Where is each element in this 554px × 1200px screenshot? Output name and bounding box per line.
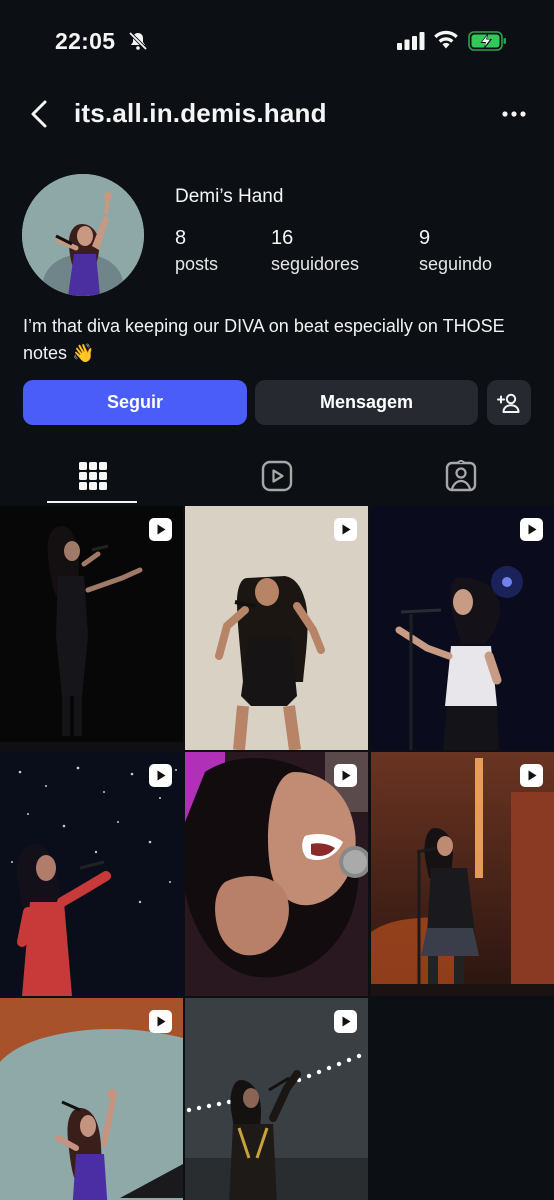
stat-followers-count: 16 <box>271 227 294 249</box>
reel-badge-icon <box>334 764 357 787</box>
stat-following-count: 9 <box>419 227 431 249</box>
reel-badge-icon <box>149 518 172 541</box>
post-thumbnail <box>371 506 554 750</box>
post-thumbnail <box>0 506 183 750</box>
active-tab-indicator <box>47 501 137 503</box>
tagged-icon <box>445 460 477 492</box>
stat-following-label: seguindo <box>419 254 493 274</box>
grid-post-4[interactable] <box>0 752 183 996</box>
post-thumbnail <box>371 752 554 996</box>
stat-posts[interactable]: 8 posts <box>175 226 218 278</box>
battery-charging-icon <box>468 31 506 51</box>
profile-tabs <box>0 448 554 504</box>
add-person-icon <box>497 393 520 413</box>
profile-avatar[interactable] <box>22 174 144 296</box>
profile-header: its.all.in.demis.hand <box>0 88 554 140</box>
tab-reels[interactable] <box>231 448 323 504</box>
avatar-photo <box>22 174 144 296</box>
stat-following[interactable]: 9 seguindo <box>419 226 492 278</box>
tab-grid[interactable] <box>47 448 139 504</box>
grid-post-5[interactable] <box>185 752 368 996</box>
message-button[interactable]: Mensagem <box>255 380 478 425</box>
reel-badge-icon <box>520 764 543 787</box>
profile-display-name: Demi’s Hand <box>175 186 284 207</box>
status-time: 22:05 <box>55 28 116 54</box>
grid-post-3[interactable] <box>371 506 554 750</box>
reel-badge-icon <box>520 518 543 541</box>
back-arrow-icon[interactable] <box>26 99 52 129</box>
grid-icon <box>79 462 107 490</box>
bell-off-icon <box>128 31 148 51</box>
post-thumbnail <box>185 752 368 996</box>
suggested-users-button[interactable] <box>487 380 531 425</box>
stat-posts-count: 8 <box>175 227 187 249</box>
follow-button[interactable]: Seguir <box>23 380 247 425</box>
status-bar: 22:05 <box>0 0 554 80</box>
reel-badge-icon <box>149 1010 172 1033</box>
profile-username: its.all.in.demis.hand <box>74 98 327 128</box>
grid-post-2[interactable] <box>185 506 368 750</box>
reel-badge-icon <box>334 1010 357 1033</box>
wifi-icon <box>434 30 458 49</box>
stat-followers[interactable]: 16 seguidores <box>271 226 359 278</box>
stat-posts-label: posts <box>175 254 219 274</box>
reel-badge-icon <box>334 518 357 541</box>
post-thumbnail <box>0 752 183 996</box>
grid-post-1[interactable] <box>0 506 183 750</box>
post-thumbnail <box>185 506 368 750</box>
profile-bio: I’m that diva keeping our DIVA on beat e… <box>23 316 505 363</box>
grid-post-8[interactable] <box>185 998 368 1200</box>
cellular-signal-icon <box>397 32 425 50</box>
tab-tagged[interactable] <box>415 448 507 504</box>
stat-followers-label: seguidores <box>271 254 360 274</box>
reels-icon <box>261 460 293 492</box>
more-options-icon[interactable] <box>500 102 528 126</box>
grid-post-6[interactable] <box>371 752 554 996</box>
reel-badge-icon <box>149 764 172 787</box>
grid-post-7[interactable] <box>0 998 183 1200</box>
